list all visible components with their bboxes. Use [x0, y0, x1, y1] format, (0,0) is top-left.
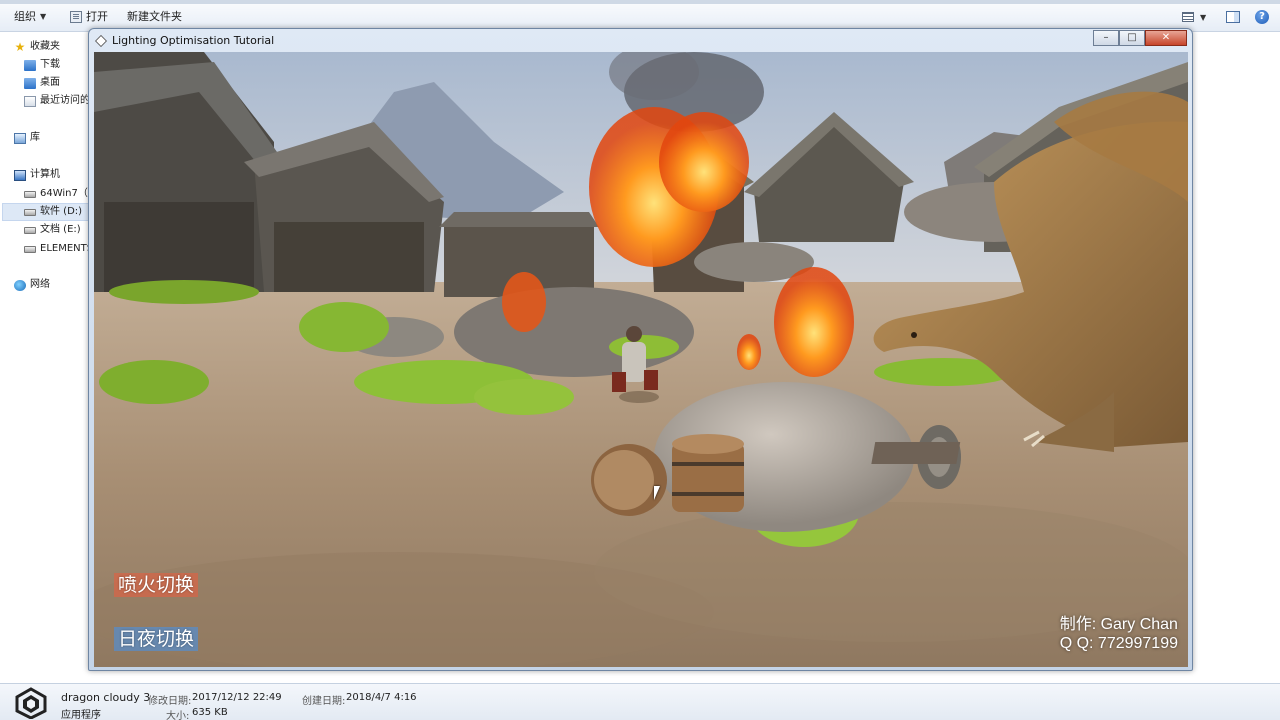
library-icon: [14, 132, 26, 144]
drive-icon: [24, 190, 36, 198]
sidebar-item-label: ELEMENTS: [40, 243, 90, 254]
details-pane: dragon cloudy 3 应用程序 修改日期: 2017/12/12 22…: [0, 683, 1280, 720]
open-icon: [70, 11, 82, 23]
sidebar-item-elements[interactable]: ELEMENTS: [24, 240, 90, 258]
sidebar-item-label: 计算机: [30, 169, 60, 180]
close-button[interactable]: ✕: [1145, 30, 1187, 46]
size-value: 635 KB: [192, 707, 228, 718]
drive-icon: [24, 245, 36, 253]
sidebar-item-label: 最近访问的: [40, 95, 90, 106]
window-controls: – □ ✕: [1093, 30, 1187, 46]
preview-pane-icon: [1226, 11, 1240, 23]
sidebar-item-label: 收藏夹: [30, 41, 60, 52]
desktop-icon: [24, 77, 36, 89]
navigation-pane: ★ 收藏夹 下载 桌面 最近访问的 库 计算机 64Win7（C 软件 (D:)…: [0, 33, 90, 683]
new-folder-button[interactable]: 新建文件夹: [127, 9, 182, 25]
network-icon: [14, 279, 26, 291]
chevron-down-icon: ▼: [1200, 12, 1207, 22]
chevron-down-icon: ▼: [40, 12, 47, 21]
recent-places-icon: [24, 95, 36, 107]
modified-label: 修改日期:: [148, 696, 192, 707]
sidebar-item-label: 网络: [30, 279, 50, 290]
view-options-button[interactable]: ▼: [1182, 8, 1206, 26]
star-icon: ★: [14, 40, 26, 54]
sidebar-item-label: 库: [30, 132, 40, 143]
drive-icon: [24, 208, 36, 216]
unity-logo-icon: [15, 687, 47, 719]
sidebar-item-label: 64Win7（C: [40, 188, 90, 199]
help-button[interactable]: ?: [1255, 8, 1269, 26]
unity-icon: [95, 35, 107, 47]
computer-icon: [14, 169, 26, 181]
window-title-bar[interactable]: Lighting Optimisation Tutorial: [95, 33, 274, 49]
game-scene: [94, 52, 1188, 667]
preview-pane-button[interactable]: [1226, 8, 1240, 26]
modified-value: 2017/12/12 22:49: [192, 692, 282, 703]
file-name: dragon cloudy 3: [61, 691, 151, 704]
help-icon: ?: [1255, 10, 1269, 24]
sidebar-item-label: 桌面: [40, 77, 60, 88]
organize-button[interactable]: 组织 ▼: [14, 9, 46, 25]
drive-icon: [24, 226, 36, 234]
day-night-toggle-button[interactable]: 日夜切换: [114, 627, 199, 651]
sidebar-item-label: 文档 (E:): [40, 224, 81, 235]
title-strip: [0, 0, 1280, 4]
organize-label: 组织: [14, 10, 36, 23]
sidebar-item-drive-c[interactable]: 64Win7（C: [24, 185, 90, 203]
window-title: Lighting Optimisation Tutorial: [112, 34, 275, 47]
game-window: Lighting Optimisation Tutorial – □ ✕ 喷火切…: [88, 28, 1193, 671]
game-viewport[interactable]: 喷火切换 日夜切换 制作: Gary Chan Q Q: 772997199: [94, 52, 1188, 667]
fire-toggle-button[interactable]: 喷火切换: [114, 573, 199, 597]
credits-overlay: 制作: Gary Chan Q Q: 772997199: [1060, 615, 1178, 653]
view-list-icon: [1182, 12, 1194, 22]
maximize-button[interactable]: □: [1119, 30, 1145, 46]
mouse-cursor-icon: [654, 486, 660, 500]
minimize-button[interactable]: –: [1093, 30, 1119, 46]
download-folder-icon: [24, 59, 36, 71]
sidebar-item-label: 下载: [40, 59, 60, 70]
created-value: 2018/4/7 4:16: [346, 692, 417, 703]
open-label: 打开: [86, 10, 108, 23]
new-folder-label: 新建文件夹: [127, 10, 182, 23]
size-label: 大小:: [166, 711, 190, 720]
sidebar-item-label: 软件 (D:): [40, 206, 83, 217]
credit-author: 制作: Gary Chan: [1059, 616, 1178, 633]
created-label: 创建日期:: [302, 696, 346, 707]
sidebar-item-drive-d[interactable]: 软件 (D:): [2, 203, 90, 221]
file-type: 应用程序: [61, 710, 101, 720]
credit-qq: Q Q: 772997199: [1059, 635, 1178, 652]
open-button[interactable]: 打开: [70, 9, 108, 25]
